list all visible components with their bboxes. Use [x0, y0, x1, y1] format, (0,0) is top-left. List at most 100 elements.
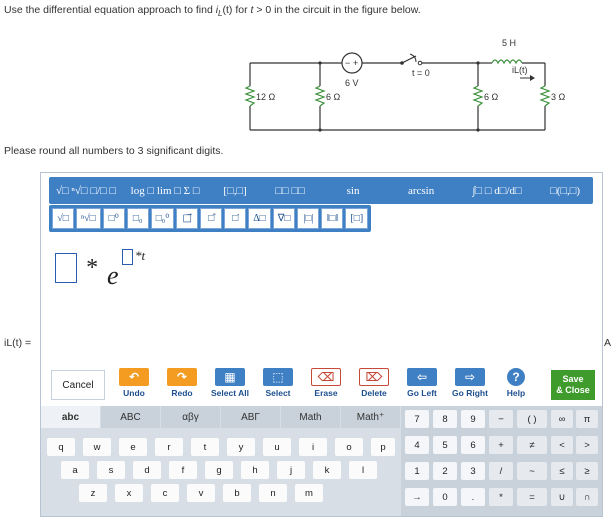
key-plus[interactable]: +	[489, 436, 513, 454]
key-union[interactable]: ∪	[551, 488, 573, 506]
key-s[interactable]: s	[97, 461, 125, 479]
template-subscript-button[interactable]: □₀	[126, 208, 149, 229]
delete-label: Delete	[361, 388, 387, 398]
key-pi[interactable]: π	[576, 410, 598, 428]
key-o[interactable]: o	[335, 438, 363, 456]
tab-abc[interactable]: abc	[41, 406, 101, 428]
key-x[interactable]: x	[115, 484, 143, 502]
key-h[interactable]: h	[241, 461, 269, 479]
tab-math[interactable]: Math	[281, 406, 341, 428]
template-abs-button[interactable]: |□|	[297, 208, 320, 229]
cancel-button[interactable]: Cancel	[51, 370, 105, 400]
erase-button[interactable]: ⌫ Erase	[303, 368, 349, 402]
tab-greek-upper[interactable]: ΑΒΓ	[221, 406, 281, 428]
template-nth-root-button[interactable]: ⁿ√□	[76, 208, 101, 229]
key-2[interactable]: 2	[433, 462, 457, 480]
exponent-placeholder[interactable]	[122, 249, 133, 265]
key-v[interactable]: v	[187, 484, 215, 502]
template-sqrt-button[interactable]: √□	[52, 208, 74, 229]
key-3[interactable]: 3	[461, 462, 485, 480]
key-l[interactable]: l	[349, 461, 377, 479]
tab-ABC[interactable]: ABC	[101, 406, 161, 428]
key-n[interactable]: n	[259, 484, 287, 502]
template-interval-button[interactable]: [□,□]	[210, 180, 261, 201]
key-greater[interactable]: >	[576, 436, 598, 454]
help-button[interactable]: ? Help	[493, 368, 539, 402]
select-all-label: Select All	[211, 388, 249, 398]
key-4[interactable]: 4	[405, 436, 429, 454]
key-infinity[interactable]: ∞	[551, 410, 573, 428]
template-superscript-button[interactable]: □⁰	[102, 208, 125, 229]
go-right-button[interactable]: ⇨ Go Right	[447, 368, 493, 402]
key-6[interactable]: 6	[461, 436, 485, 454]
key-a[interactable]: a	[61, 461, 89, 479]
save-close-button[interactable]: Save & Close	[551, 370, 595, 400]
template-calculus-button[interactable]: ∫□ □ d□/d□	[456, 180, 539, 201]
key-multiply[interactable]: *	[489, 488, 513, 506]
template-function-button[interactable]: □(□,□)	[540, 180, 591, 201]
key-t[interactable]: t	[191, 438, 219, 456]
math-input-area[interactable]: * e *t	[55, 247, 355, 297]
key-parens[interactable]: ( )	[517, 410, 547, 428]
template-roots-fractions-button[interactable]: √□ ⁿ√□ □/□ □	[52, 180, 121, 201]
redo-button[interactable]: ↷ Redo	[159, 368, 205, 402]
key-tilde[interactable]: ~	[517, 462, 547, 480]
key-d[interactable]: d	[133, 461, 161, 479]
key-7[interactable]: 7	[405, 410, 429, 428]
key-1[interactable]: 1	[405, 462, 429, 480]
key-8[interactable]: 8	[433, 410, 457, 428]
template-trig-button[interactable]: sin	[320, 180, 387, 201]
key-less[interactable]: <	[551, 436, 573, 454]
key-r[interactable]: r	[155, 438, 183, 456]
template-dot-button[interactable]: □̇	[224, 208, 247, 229]
key-arrow[interactable]: →	[405, 488, 429, 506]
template-inverse-trig-button[interactable]: arcsin	[388, 180, 455, 201]
key-q[interactable]: q	[47, 438, 75, 456]
key-w[interactable]: w	[83, 438, 111, 456]
select-button[interactable]: ⬚ Select	[255, 368, 301, 402]
key-greater-equal[interactable]: ≥	[576, 462, 598, 480]
key-slash[interactable]: /	[489, 462, 513, 480]
key-minus[interactable]: −	[489, 410, 513, 428]
key-e[interactable]: e	[119, 438, 147, 456]
undo-label: Undo	[123, 388, 145, 398]
key-less-equal[interactable]: ≤	[551, 462, 573, 480]
key-j[interactable]: j	[277, 461, 305, 479]
key-y[interactable]: y	[227, 438, 255, 456]
svg-text:+: +	[353, 58, 358, 68]
key-c[interactable]: c	[151, 484, 179, 502]
svg-text:t = 0: t = 0	[412, 68, 430, 78]
template-nabla-button[interactable]: ∇□	[272, 208, 296, 229]
key-not-equal[interactable]: ≠	[517, 436, 547, 454]
template-delta-button[interactable]: Δ□	[248, 208, 271, 229]
undo-button[interactable]: ↶ Undo	[111, 368, 157, 402]
key-equal[interactable]: =	[517, 488, 547, 506]
key-b[interactable]: b	[223, 484, 251, 502]
template-log-lim-sum-button[interactable]: log □ lim □ Σ □	[122, 180, 209, 201]
key-u[interactable]: u	[263, 438, 291, 456]
select-all-button[interactable]: ▦ Select All	[207, 368, 253, 402]
delete-button[interactable]: ⌦ Delete	[351, 368, 397, 402]
template-sub-superscript-button[interactable]: □₀⁰	[150, 208, 175, 229]
key-z[interactable]: z	[79, 484, 107, 502]
key-decimal[interactable]: .	[461, 488, 485, 506]
key-intersection[interactable]: ∩	[576, 488, 598, 506]
coefficient-placeholder[interactable]	[55, 253, 77, 283]
template-hat-button[interactable]: □̂	[200, 208, 223, 229]
key-p[interactable]: p	[371, 438, 395, 456]
key-f[interactable]: f	[169, 461, 197, 479]
key-k[interactable]: k	[313, 461, 341, 479]
go-left-button[interactable]: ⇦ Go Left	[399, 368, 445, 402]
template-vector-button[interactable]: □⃗	[176, 208, 199, 229]
key-0[interactable]: 0	[433, 488, 457, 506]
key-9[interactable]: 9	[461, 410, 485, 428]
template-norm-button[interactable]: ‖□‖	[321, 208, 344, 229]
tab-greek-lower[interactable]: αβγ	[161, 406, 221, 428]
key-5[interactable]: 5	[433, 436, 457, 454]
key-i[interactable]: i	[299, 438, 327, 456]
tab-math-plus[interactable]: Math⁺	[341, 406, 401, 428]
key-g[interactable]: g	[205, 461, 233, 479]
template-matrix-button[interactable]: □□ □□	[262, 180, 319, 201]
template-bracket-button[interactable]: [□]	[345, 208, 369, 229]
key-m[interactable]: m	[295, 484, 323, 502]
